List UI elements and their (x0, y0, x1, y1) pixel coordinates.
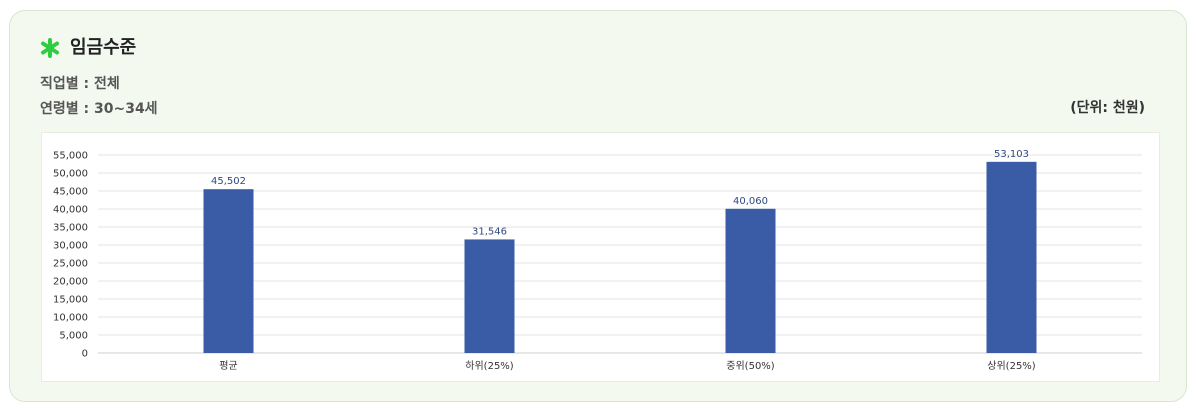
age-filter-label: 연령별 : 30~34세 (40, 101, 158, 117)
x-tick-label: 평균 (219, 360, 237, 372)
bar (986, 161, 1037, 353)
bar (464, 239, 515, 353)
card-header: 임금수준 (40, 38, 136, 58)
y-tick-label: 5,000 (59, 331, 88, 342)
bar-chart: 0 5,000 10,000 15,000 20,000 25,000 30,000 35,0… (53, 149, 1142, 372)
y-tick-label: 50,000 (53, 169, 88, 180)
y-tick-label: 15,000 (53, 295, 88, 306)
y-tick-label: 55,000 (53, 151, 88, 162)
y-tick-label: 35,000 (53, 223, 88, 234)
y-tick-label: 20,000 (53, 277, 88, 288)
y-tick-label: 0 (82, 349, 88, 360)
data-label: 45,502 (211, 176, 246, 187)
bar (203, 189, 254, 353)
card-title: 임금수준 (70, 37, 137, 58)
data-label: 53,103 (994, 149, 1029, 160)
y-tick-label: 25,000 (53, 259, 88, 270)
data-label: 31,546 (472, 226, 507, 237)
x-tick-label: 중위(50%) (726, 359, 775, 372)
x-tick-label: 하위(25%) (465, 359, 514, 372)
y-tick-label: 45,000 (53, 187, 88, 198)
y-tick-label: 10,000 (53, 313, 88, 324)
chart-container: 0 5,000 10,000 15,000 20,000 25,000 30,000 35,0… (41, 132, 1160, 382)
y-tick-label: 30,000 (53, 241, 88, 252)
y-tick-label: 40,000 (53, 205, 88, 216)
data-label: 40,060 (733, 196, 768, 207)
job-filter-label: 직업별 : 전체 (40, 76, 120, 92)
bar (725, 208, 776, 353)
asterisk-icon (41, 38, 59, 58)
x-tick-label: 상위(25%) (987, 359, 1036, 372)
unit-label: (단위: 천원) (1070, 100, 1145, 116)
wage-level-card: 임금수준 직업별 : 전체 연령별 : 30~34세 (단위: 천원) 0 5,0… (9, 10, 1187, 402)
